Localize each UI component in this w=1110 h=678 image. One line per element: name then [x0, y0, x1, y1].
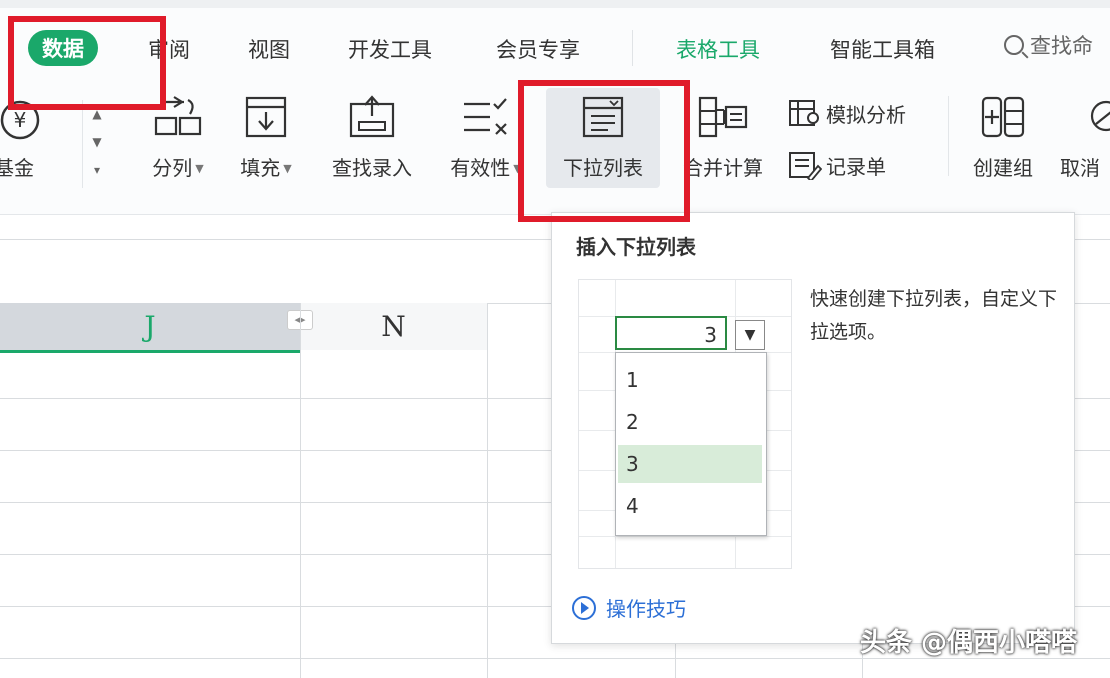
preview-option: 2 [626, 410, 639, 434]
tab-smart-tools[interactable]: 智能工具箱 [830, 34, 935, 64]
tips-link[interactable]: 操作技巧 [572, 593, 686, 622]
split-label: 分列 [152, 156, 193, 180]
fill-label: 填充 [240, 156, 281, 180]
preview-selected-cell: 3 [615, 316, 727, 350]
expand-icon[interactable]: ▾ [83, 156, 111, 184]
scroll-down-icon[interactable]: ▼ [83, 128, 111, 156]
watermark: 头条 @偶西小嗒嗒 [860, 628, 1078, 658]
title-strip [0, 0, 1110, 8]
preview-option: 1 [626, 368, 639, 392]
create-group-label: 创建组 [973, 156, 1033, 180]
dropdown-arrow-icon: ▼ [735, 320, 765, 350]
tab-member[interactable]: 会员专享 [496, 34, 580, 64]
grid-line [300, 303, 301, 678]
record-sheet-label: 记录单 [826, 155, 886, 179]
tooltip-description: 快速创建下拉列表，自定义下拉选项。 [810, 288, 1058, 343]
play-icon [572, 596, 596, 620]
record-sheet-icon [789, 152, 823, 183]
tooltip-title: 插入下拉列表 [576, 235, 696, 259]
preview-option-selected: 3 [618, 445, 762, 483]
column-header-n[interactable]: N [300, 303, 487, 350]
tooltip-preview: 3 ▼ 1 2 3 4 [578, 279, 792, 569]
tips-link-label: 操作技巧 [606, 597, 686, 621]
chevron-down-icon: ▼ [283, 162, 292, 175]
preview-grid-line [579, 536, 791, 537]
ungroup-label: 取消 [1060, 156, 1100, 180]
grid-line [487, 303, 488, 678]
merge-calc-icon [698, 96, 748, 138]
fill-button[interactable]: 填充 ▼ [226, 84, 306, 204]
tab-divider [632, 30, 633, 66]
tab-view[interactable]: 视图 [248, 34, 290, 64]
search-command[interactable]: 查找命 [1004, 30, 1093, 60]
record-sheet-button[interactable]: 记录单 [788, 150, 886, 183]
find-entry-button[interactable]: 查找录入 [320, 84, 424, 204]
create-group-button[interactable]: 创建组 [960, 84, 1046, 204]
annotation-box-dropdown-list [518, 80, 690, 222]
fund-label: 基金 [0, 156, 34, 180]
validity-label: 有效性 [450, 156, 511, 180]
simulate-analysis-icon [789, 100, 819, 126]
ribbon-divider [948, 96, 949, 176]
preview-option: 4 [626, 494, 639, 518]
fill-down-icon [245, 96, 287, 138]
search-icon [1004, 35, 1024, 55]
simulate-label: 模拟分析 [826, 103, 906, 127]
find-entry-icon [349, 95, 395, 138]
search-label: 查找命 [1030, 34, 1093, 58]
gallery-scroll[interactable]: ▲ ▼ ▾ [82, 100, 111, 188]
dropdown-list-tooltip: 插入下拉列表 3 ▼ 1 2 3 4 快速创建下拉列表，自定义下拉选项。 操作技… [551, 212, 1075, 644]
create-group-icon [981, 96, 1025, 138]
ungroup-button[interactable]: 取消 [1056, 84, 1110, 204]
annotation-box-data-tab [8, 16, 166, 110]
ribbon-tab-bar: 数据 审阅 视图 开发工具 会员专享 表格工具 智能工具箱 查找命 [0, 0, 1110, 84]
tab-table-tools[interactable]: 表格工具 [676, 34, 760, 64]
find-entry-label: 查找录入 [332, 156, 412, 180]
svg-text:¥: ¥ [14, 108, 27, 132]
chevron-down-icon: ▼ [195, 162, 204, 175]
ungroup-icon [1090, 100, 1110, 132]
simulate-button[interactable]: 模拟分析 [788, 98, 906, 128]
preview-dropdown-list: 1 2 3 4 [615, 352, 767, 536]
validity-icon [464, 98, 507, 135]
column-header-j[interactable]: J [0, 303, 300, 353]
tab-dev-tools[interactable]: 开发工具 [348, 34, 432, 64]
